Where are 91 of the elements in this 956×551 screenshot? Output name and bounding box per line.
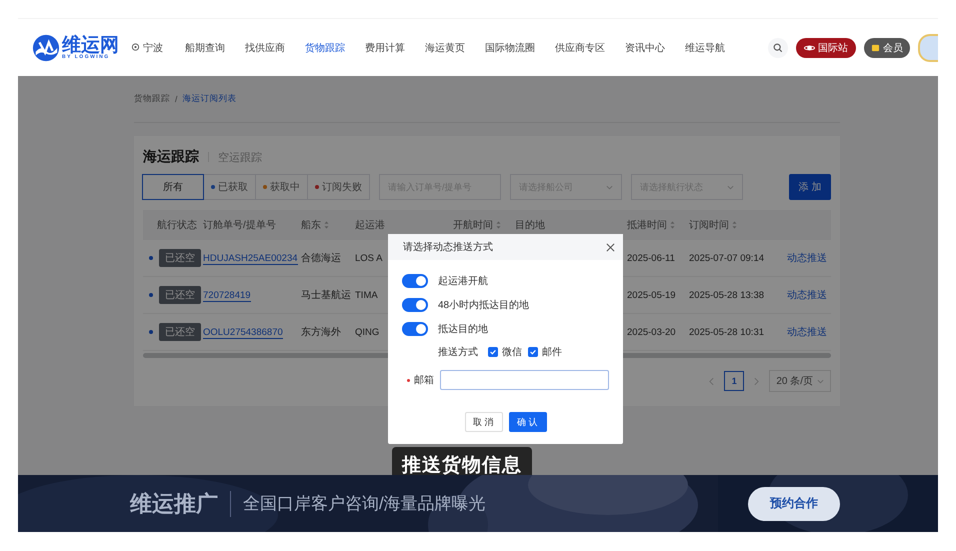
row-dot <box>149 293 153 297</box>
chevron-icon <box>727 184 734 190</box>
nav-link[interactable]: 海运黄页 <box>425 40 465 54</box>
checkbox[interactable] <box>488 347 498 357</box>
location-link[interactable]: 宁波 <box>131 40 163 54</box>
table-cell: 2025-07-07 09:14 <box>689 252 764 264</box>
order-link[interactable]: OOLU2754386870 <box>203 326 283 338</box>
toggle-label: 抵达目的地 <box>438 322 488 336</box>
banner-title: 维运推广 <box>130 490 218 518</box>
status-tag: 已还空 <box>159 249 201 267</box>
checkbox-label: 微信 <box>502 346 522 359</box>
nav-link[interactable]: 维运导航 <box>685 40 725 54</box>
page-button[interactable]: 1 <box>724 371 744 391</box>
table-cell: 2025-05-28 10:31 <box>689 326 764 338</box>
toggle-switch[interactable] <box>402 322 428 336</box>
push-link[interactable]: 动态推送 <box>787 327 827 338</box>
status-filter[interactable]: 订阅失败 <box>307 174 370 200</box>
add-button[interactable]: 添 加 <box>789 174 831 200</box>
status-tag: 已还空 <box>159 286 201 304</box>
chevron-icon <box>817 378 824 384</box>
column-header[interactable]: 开航时间 <box>453 218 501 232</box>
sort-icon <box>732 221 737 229</box>
status-filter[interactable]: 获取中 <box>255 174 308 200</box>
search-icon <box>773 42 783 52</box>
table-cell: LOS A <box>355 252 382 264</box>
table-cell: 合德海运 <box>301 253 341 264</box>
sort-icon <box>496 221 501 229</box>
checkbox[interactable] <box>528 347 538 357</box>
push-link[interactable]: 动态推送 <box>787 253 827 264</box>
planet-icon <box>804 44 815 52</box>
table-cell: 东方海外 <box>301 327 341 338</box>
dialog-title: 请选择动态推送方式 <box>403 240 493 254</box>
badge-icon <box>871 44 880 52</box>
sort-icon <box>670 221 675 229</box>
status-filter[interactable]: 已获取 <box>203 174 256 200</box>
chevron-icon <box>606 184 613 190</box>
page-size-select[interactable]: 20 条/页 <box>769 370 831 392</box>
region-button[interactable]: 国际站 <box>796 38 856 58</box>
cancel-button[interactable]: 取 消 <box>464 412 502 432</box>
column-header: 目的地 <box>515 218 545 232</box>
nav-link[interactable]: 船期查询 <box>185 40 225 54</box>
order-link[interactable]: HDUJASH25AE00234 <box>203 252 298 264</box>
close-icon[interactable] <box>606 242 615 252</box>
toggle-label: 48小时内抵达目的地 <box>438 298 530 312</box>
search-button[interactable] <box>768 38 788 58</box>
email-field[interactable] <box>440 370 609 390</box>
nav-link[interactable]: 供应商专区 <box>555 40 605 54</box>
logo-icon <box>32 34 60 62</box>
nav-link[interactable]: 货物跟踪 <box>305 40 345 54</box>
toggle-label: 起运港开航 <box>438 274 488 288</box>
confirm-button[interactable]: 确 认 <box>508 412 546 432</box>
banner-slogan: 全国口岸客户咨询/海量品牌曝光 <box>243 493 486 515</box>
location-pin-icon <box>131 43 140 52</box>
status-tag: 已还空 <box>159 323 201 341</box>
table-cell: TIMA <box>355 290 378 300</box>
table-cell: 2025-03-20 <box>627 326 676 338</box>
push-method-label: 推送方式 <box>438 346 478 359</box>
table-cell: 马士基航运 <box>301 290 351 301</box>
row-dot <box>149 330 153 334</box>
breadcrumb-link[interactable]: 海运订阅列表 <box>182 93 236 105</box>
book-button[interactable]: 预约合作 <box>748 486 840 520</box>
tracking-tab[interactable]: 空运跟踪 <box>218 150 262 164</box>
tracking-tab[interactable]: 海运跟踪 <box>143 148 199 166</box>
nav-link[interactable]: 国际物流圈 <box>485 40 535 54</box>
sort-icon <box>324 221 329 229</box>
push-link[interactable]: 动态推送 <box>787 290 827 301</box>
status-filter[interactable]: 所有 <box>142 174 204 200</box>
subtitle: 推送货物信息 <box>392 447 532 475</box>
table-cell: QING <box>355 326 380 338</box>
nav-link[interactable]: 费用计算 <box>365 40 405 54</box>
logo-name: 维运网 <box>62 36 119 54</box>
toggle-switch[interactable] <box>402 274 428 288</box>
table-cell: 2025-06-11 <box>627 252 675 264</box>
table-cell: 2025-05-28 13:38 <box>689 290 764 300</box>
column-header[interactable]: 船东 <box>301 218 329 232</box>
row-dot <box>149 256 153 260</box>
breadcrumb-link[interactable]: 货物跟踪 <box>134 93 170 105</box>
checkbox-label: 邮件 <box>542 346 562 359</box>
table-cell: 2025-05-19 <box>627 290 676 300</box>
column-header[interactable]: 抵港时间 <box>627 218 675 232</box>
nav-link[interactable]: 找供应商 <box>245 40 285 54</box>
column-header[interactable]: 订阅时间 <box>689 218 737 232</box>
column-header: 航行状态 <box>157 218 197 232</box>
member-button[interactable]: 会员 <box>864 38 910 58</box>
column-header: 订舱单号/提单号 <box>203 218 276 232</box>
toggle-switch[interactable] <box>402 298 428 312</box>
order-link[interactable]: 720728419 <box>203 290 251 302</box>
email-label: 邮箱 <box>407 373 434 387</box>
nav-link[interactable]: 资讯中心 <box>625 40 665 54</box>
breadcrumb-separator: / <box>175 94 178 104</box>
column-header: 起运港 <box>355 218 385 232</box>
